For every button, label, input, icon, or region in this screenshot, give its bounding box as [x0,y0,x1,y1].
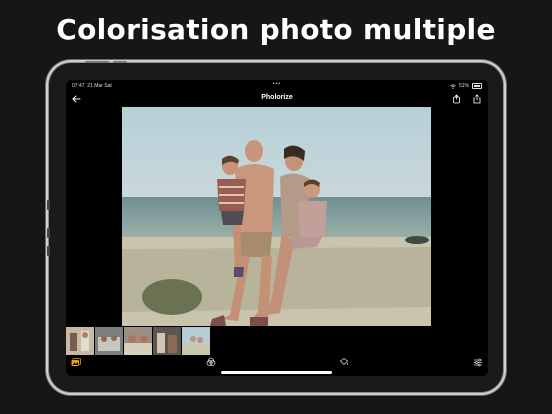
thumbnail[interactable] [182,327,210,355]
app-screen: 07:47 21 Mar Sat ••• 51% Pholorize [66,80,488,376]
status-right: 51% [450,83,482,89]
compare-icon[interactable] [450,92,464,106]
colorized-family-photo-icon [122,107,431,326]
gallery-icon[interactable] [70,356,82,368]
wifi-icon [450,83,456,89]
battery-icon [472,83,482,89]
tablet-side-button [47,228,50,238]
headline: Colorisation photo multiple [56,13,496,46]
sliders-icon[interactable] [472,356,484,368]
tablet-top-button [113,61,127,63]
nav-title: Pholorize [261,94,293,101]
nav-bar: Pholorize [66,92,488,106]
status-time: 07:47 21 Mar Sat [72,83,112,89]
multitask-dots[interactable]: ••• [273,81,281,87]
tablet-side-button [47,246,50,256]
battery-percent: 51% [458,83,469,89]
home-indicator[interactable] [221,371,332,374]
paint-bucket-icon[interactable] [338,356,350,368]
tablet-top-button [85,61,109,63]
thumbnail[interactable] [95,327,123,355]
color-filter-icon[interactable] [205,356,217,368]
thumbnail[interactable] [124,327,152,355]
bottom-toolbar [66,356,488,368]
tablet-side-button [47,200,50,210]
thumbnail[interactable] [66,327,94,355]
share-icon[interactable] [470,92,484,106]
status-bar: 07:47 21 Mar Sat ••• 51% [72,81,482,91]
thumbnail-strip [66,327,210,355]
colorized-photo[interactable] [122,107,431,326]
thumbnail[interactable] [153,327,181,355]
